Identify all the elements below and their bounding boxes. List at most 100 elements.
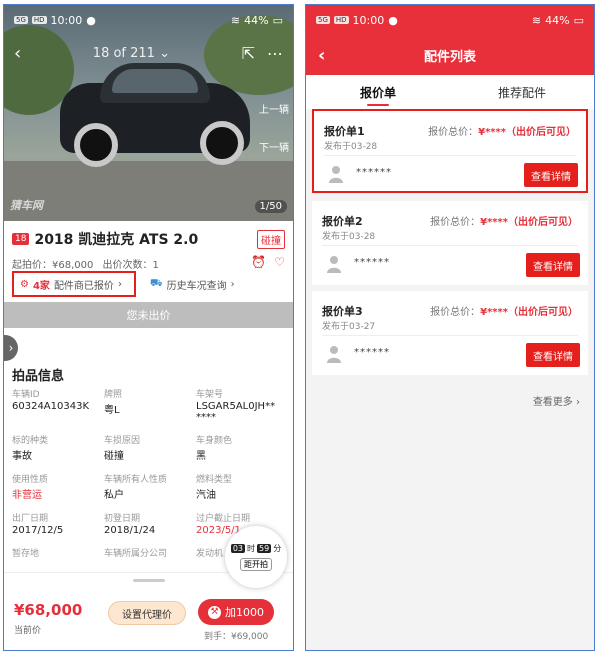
start-price: 起拍价：¥68,000 (12, 260, 94, 271)
info-field-label: 暂存地 (12, 549, 40, 559)
photo-top-nav: ‹ 18 of 211 ⌄ ⇱ ⋯ (4, 39, 293, 67)
info-field-label: 车损原因 (104, 436, 141, 446)
quote-total-label: 报价总价： (428, 127, 479, 138)
prev-car-link[interactable]: 上一辆 (259, 101, 289, 116)
info-field-value: 事故 (12, 451, 32, 462)
info-field-value: 黑 (196, 451, 206, 462)
photo-pager: 1/50 (254, 200, 287, 213)
chevron-right-icon: › (576, 397, 580, 408)
add-bid-label: 加1000 (225, 606, 264, 619)
info-field-value: 60324A10343K (12, 401, 90, 412)
alarm-icon[interactable]: ⏰ (251, 255, 266, 269)
wechat-icon: ● (86, 13, 96, 27)
quote-user: ****** (354, 257, 390, 268)
next-car-link[interactable]: 下一辆 (259, 139, 289, 154)
battery-icon: ▭ (272, 13, 283, 27)
parts-quote-link[interactable]: ⚙ 4家 配件商已报价 › (12, 271, 136, 297)
network-indicator: 5G (14, 16, 28, 24)
quote-card: 报价单3 发布于03-27 报价总价：¥****（出价后可见） ****** 查看详情 (312, 291, 588, 375)
info-field: 车辆所属分公司 (104, 546, 196, 560)
car-wheel (74, 123, 118, 167)
section-title: 拍品信息 (12, 369, 65, 384)
photo-watermark: 猜车网 (10, 199, 43, 212)
ground (4, 161, 293, 221)
quote-date: 发布于03-28 (322, 232, 376, 242)
car-wheel (200, 121, 244, 165)
info-field: 初登日期 2018/1/24 (104, 511, 196, 536)
user-avatar-icon (327, 346, 341, 363)
user-avatar-icon (329, 166, 343, 183)
tab-quotes[interactable]: 报价单 (306, 75, 450, 109)
chevron-right-icon: › (230, 278, 235, 290)
side-expand-icon[interactable]: › (4, 335, 18, 361)
info-field: 车身颜色黑 (196, 433, 292, 462)
battery-level: 44% (545, 13, 570, 27)
info-field-value: 私户 (104, 490, 124, 501)
back-icon[interactable]: ‹ (318, 45, 325, 66)
tab-recommended-parts[interactable]: 推荐配件 (450, 75, 594, 109)
quote-name: 报价单2 (322, 215, 363, 228)
drag-handle[interactable] (132, 579, 165, 582)
quote-card: 报价单1 发布于03-28 报价总价：¥****（出价后可见） ****** 查看详情 (312, 109, 588, 193)
divider (324, 155, 576, 156)
info-field-value: 汽油 (196, 490, 216, 501)
divider (322, 335, 578, 336)
timer-hours: 03 (230, 544, 245, 553)
quote-total-value: ¥****（出价后可见） (478, 127, 576, 138)
wifi-icon: ≋ (230, 13, 241, 27)
info-field: 出厂日期 2017/12/5 (12, 511, 104, 536)
back-icon[interactable]: ‹ (14, 43, 21, 64)
view-details-button[interactable]: 查看详情 (524, 163, 578, 187)
info-field: 燃料类型 汽油 (196, 472, 292, 501)
wechat-icon: ● (388, 13, 398, 27)
history-label: 历史车况查询 (166, 280, 227, 292)
car-photo[interactable]: 上一辆 下一辆 猜车网 1/50 (4, 5, 293, 221)
timer-hour-unit: 时 (247, 544, 255, 553)
arrive-price: 到手：¥69,000 (204, 632, 269, 642)
timer-minute-unit: 分 (273, 544, 282, 553)
status-bar: 5G HD 10:00 ● ≋ 44% ▭ (306, 5, 594, 35)
status-bar: 5G HD 10:00 ● ≋ 44% ▭ (4, 5, 293, 35)
quote-total: 报价总价：¥****（出价后可见） (430, 303, 578, 318)
quote-total: 报价总价：¥****（出价后可见） (430, 213, 578, 228)
quote-user: ****** (356, 167, 392, 178)
hd-indicator: HD (333, 16, 349, 24)
current-price-label: 当前价 (14, 626, 42, 636)
info-field-label: 燃料类型 (196, 475, 233, 485)
quote-name: 报价单1 (324, 125, 365, 138)
info-field-label: 车辆所有人性质 (104, 475, 168, 485)
view-more-link[interactable]: 查看更多 › (533, 393, 580, 408)
info-field: 标的种类 事故 (12, 433, 104, 462)
year-badge: 18 (12, 233, 30, 245)
info-field-value: 2018/1/24 (104, 525, 156, 536)
hammer-icon: ⚒ (208, 605, 221, 619)
heart-icon[interactable]: ♡ (274, 255, 285, 269)
user-avatar-icon (327, 256, 341, 273)
view-details-button[interactable]: 查看详情 (526, 343, 580, 367)
more-icon[interactable]: ⋯ (267, 44, 283, 63)
info-field: 车损原因 碰撞 (104, 433, 196, 462)
photo-counter[interactable]: 18 of 211 ⌄ (93, 46, 170, 61)
history-link[interactable]: ⛟ 历史车况查询 › (150, 277, 235, 292)
info-field-label: 标的种类 (12, 436, 49, 446)
info-field: 暂存地 (12, 546, 104, 560)
info-field: 车架号 LSGAR5AL0JH** **** (196, 387, 292, 423)
wifi-icon: ≋ (531, 13, 542, 27)
gear-icon: ⚙ (20, 278, 29, 290)
view-details-button[interactable]: 查看详情 (526, 253, 580, 277)
info-field: 车辆所有人性质 私户 (104, 472, 196, 501)
add-bid-button[interactable]: ⚒ 加1000 (198, 599, 274, 625)
left-phone-screen: 上一辆 下一辆 猜车网 1/50 5G HD 10:00 ● ≋ 44% ▭ ‹… (3, 4, 294, 651)
info-field: 使用性质 非营运 (12, 472, 104, 501)
share-icon[interactable]: ⇱ (242, 44, 255, 63)
info-field-label: 初登日期 (104, 514, 141, 524)
not-bid-bar: 您未出价 (4, 302, 293, 328)
car-history-icon: ⛟ (150, 277, 163, 289)
current-price: ¥68,000 (14, 601, 83, 619)
tab-bar: 报价单 推荐配件 (306, 75, 594, 109)
info-field-value: 2017/12/5 (12, 525, 64, 536)
info-field-value: 非营运 (12, 490, 42, 501)
set-proxy-price-button[interactable]: 设置代理价 (108, 601, 186, 625)
meta-icons: ⏰ ♡ (251, 255, 285, 269)
car-title-row: 18 2018 凯迪拉克 ATS 2.0 碰撞 (12, 229, 285, 249)
